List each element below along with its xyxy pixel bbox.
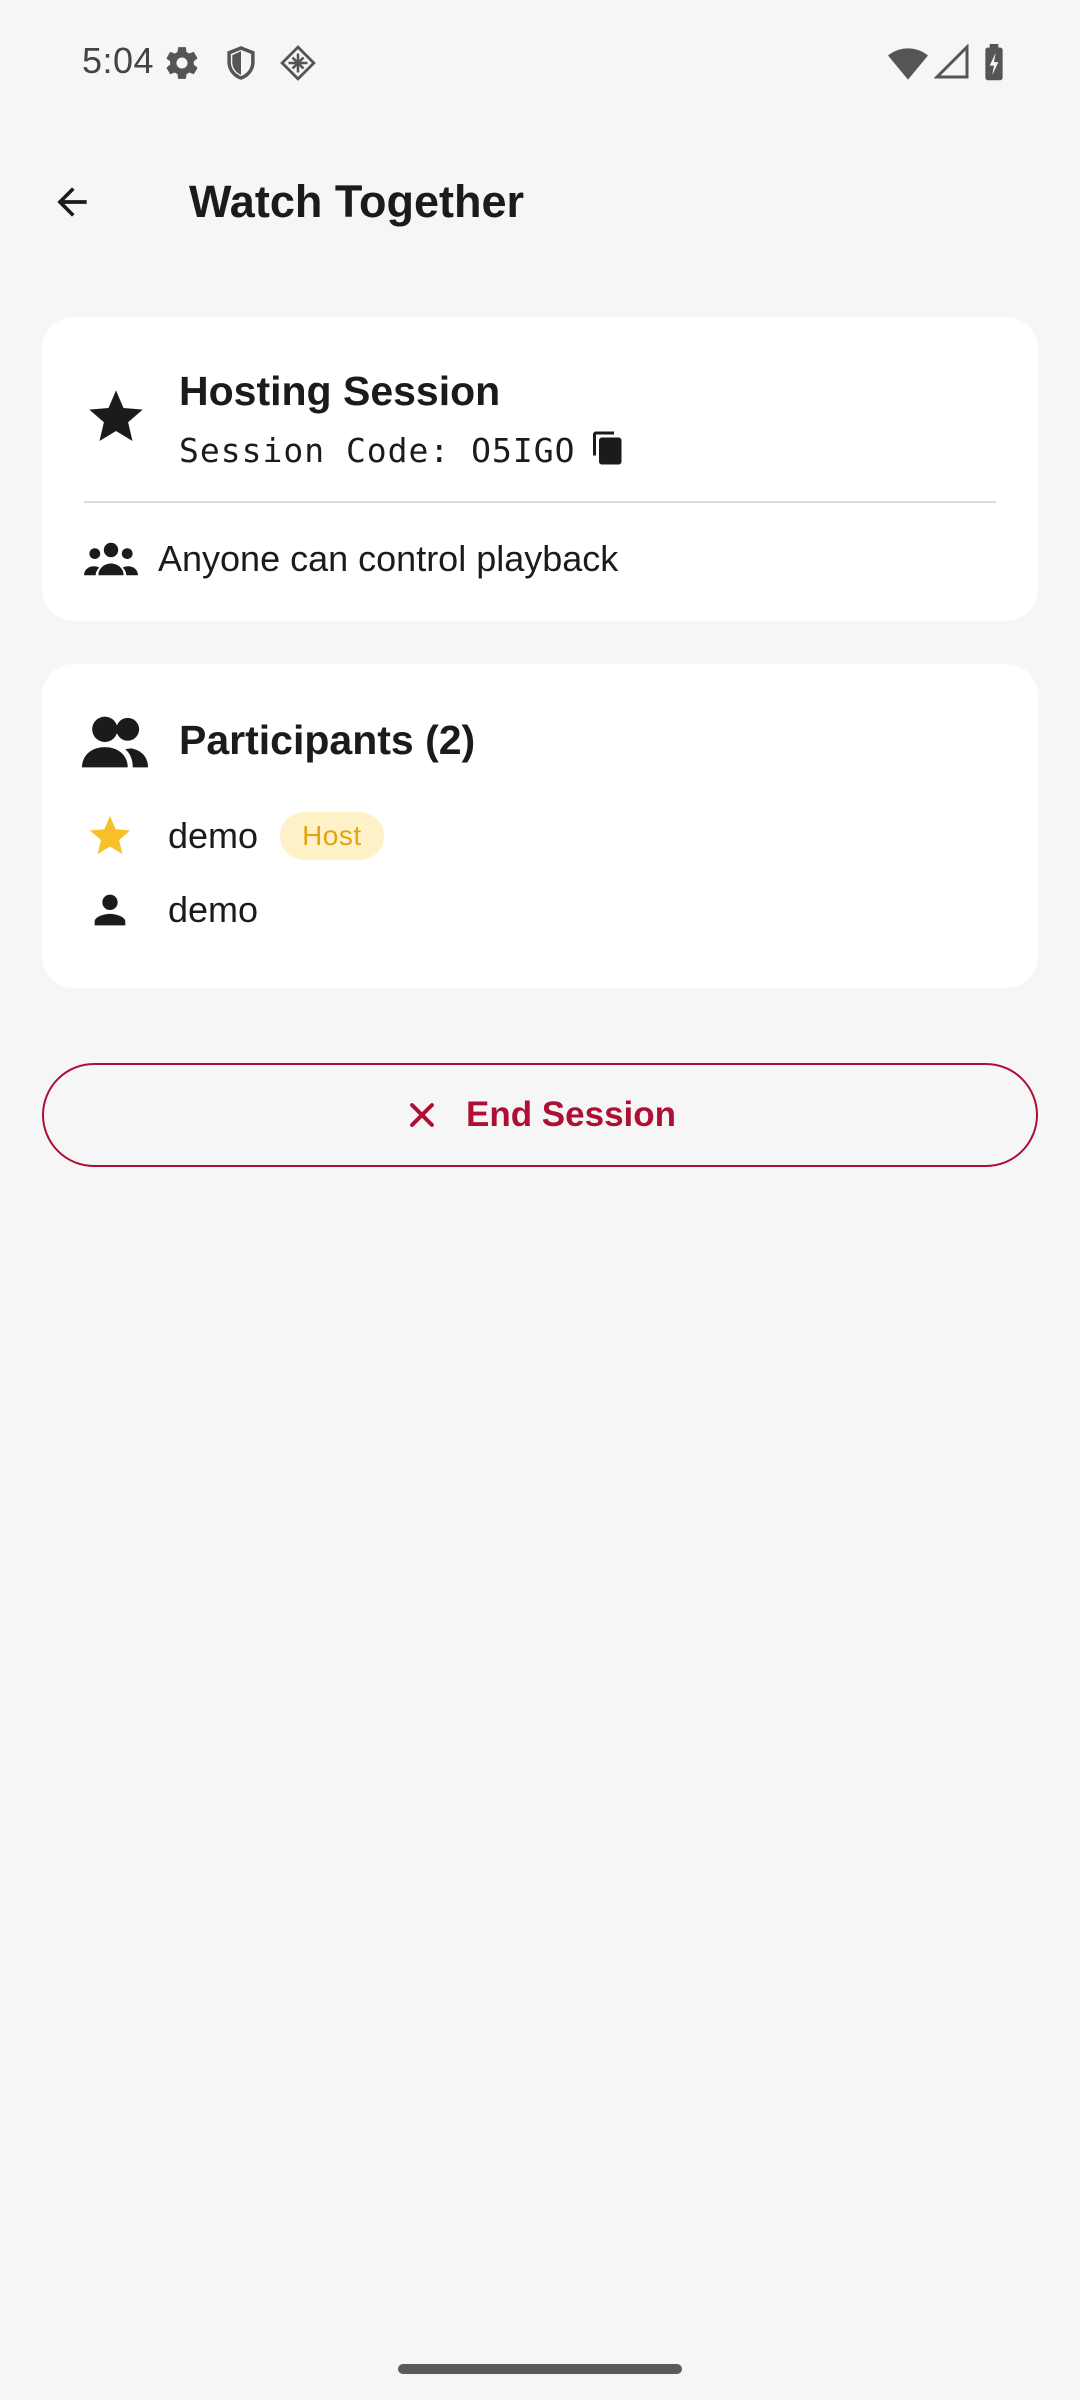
status-time: 5:04 [82, 40, 155, 81]
wifi-icon [888, 44, 928, 87]
session-code: Session Code: O5IGO [179, 430, 576, 470]
shield-icon [222, 44, 260, 87]
host-badge: Host [280, 812, 384, 860]
star-icon [84, 810, 136, 862]
cell-signal-icon [933, 43, 970, 85]
home-indicator[interactable] [398, 2364, 682, 2374]
back-button[interactable] [40, 172, 104, 236]
people-icon [82, 714, 148, 770]
page-title: Watch Together [189, 176, 524, 227]
copy-icon [590, 430, 626, 471]
person-icon [84, 884, 136, 936]
participant-name: demo [168, 815, 259, 856]
participant-row: demo [84, 880, 258, 940]
participants-card: Participants (2) demo Host demo [42, 664, 1038, 988]
battery-charging-icon [982, 44, 1006, 87]
star-icon [84, 385, 148, 449]
end-session-label: End Session [465, 1095, 677, 1134]
close-icon [404, 1097, 440, 1133]
playback-control-row: Anyone can control playback [84, 529, 618, 589]
copy-code-button[interactable] [588, 430, 628, 470]
hosting-session-card: Hosting Session Session Code: O5IGO Anyo… [42, 317, 1038, 621]
participant-name: demo [168, 889, 259, 930]
app-bar: Watch Together [0, 150, 1080, 254]
end-session-button[interactable]: End Session [42, 1063, 1038, 1167]
participant-row: demo Host [84, 806, 384, 866]
divider [84, 501, 996, 503]
playback-control-text: Anyone can control playback [158, 538, 619, 579]
location-diamond-icon [279, 44, 317, 87]
participants-title: Participants (2) [179, 717, 476, 763]
arrow-left-icon [50, 180, 94, 229]
status-bar: 5:04 [0, 0, 1080, 128]
hosting-title: Hosting Session [179, 368, 501, 414]
settings-gear-icon [163, 44, 201, 87]
group-icon [84, 539, 138, 579]
session-code-row: Session Code: O5IGO [179, 425, 628, 475]
